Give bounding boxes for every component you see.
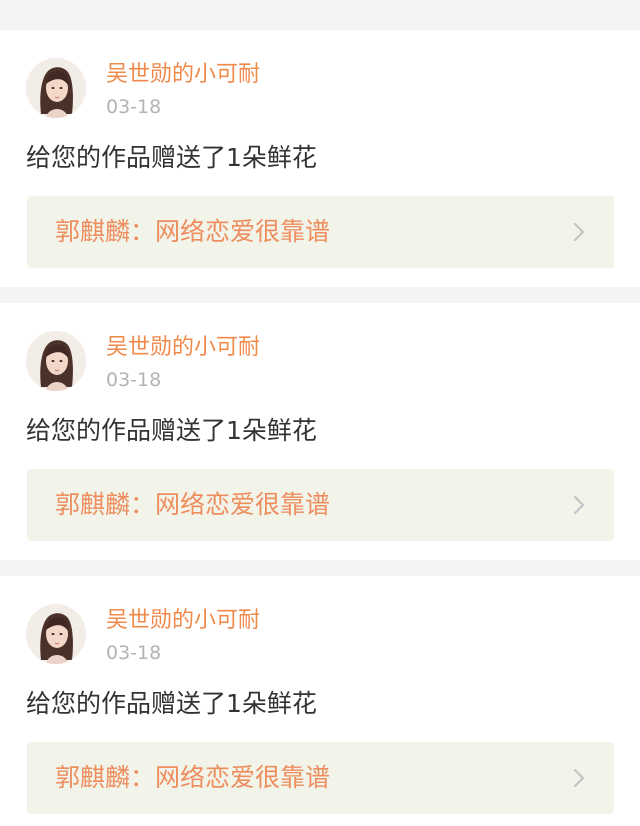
user-avatar-photo (26, 604, 86, 664)
notification-card: 吴世勋的小可耐 03-18 给您的作品赠送了1朵鲜花 郭麒麟：网络恋爱很靠谱 (0, 30, 640, 287)
timestamp: 03-18 (106, 96, 162, 118)
gift-message: 给您的作品赠送了1朵鲜花 (26, 689, 317, 718)
username[interactable]: 吴世勋的小可耐 (106, 606, 260, 636)
gift-message: 给您的作品赠送了1朵鲜花 (26, 416, 317, 445)
chevron-right-icon (573, 495, 585, 515)
work-link-card[interactable]: 郭麒麟：网络恋爱很靠谱 (27, 742, 614, 814)
work-title: 郭麒麟：网络恋爱很靠谱 (55, 763, 331, 792)
notification-card: 吴世勋的小可耐 03-18 给您的作品赠送了1朵鲜花 郭麒麟：网络恋爱很靠谱 (0, 576, 640, 826)
user-avatar-photo (26, 58, 86, 118)
work-link-card[interactable]: 郭麒麟：网络恋爱很靠谱 (27, 469, 614, 541)
work-title: 郭麒麟：网络恋爱很靠谱 (55, 217, 331, 246)
username[interactable]: 吴世勋的小可耐 (106, 60, 260, 90)
chevron-right-icon (573, 768, 585, 788)
gift-notification-feed: 吴世勋的小可耐 03-18 给您的作品赠送了1朵鲜花 郭麒麟：网络恋爱很靠谱 吴… (0, 0, 640, 826)
work-link-card[interactable]: 郭麒麟：网络恋爱很靠谱 (27, 196, 614, 268)
avatar[interactable] (26, 604, 86, 664)
chevron-right-icon (573, 222, 585, 242)
gift-message: 给您的作品赠送了1朵鲜花 (26, 143, 317, 172)
avatar[interactable] (26, 331, 86, 391)
username[interactable]: 吴世勋的小可耐 (106, 333, 260, 363)
timestamp: 03-18 (106, 369, 162, 391)
notification-card: 吴世勋的小可耐 03-18 给您的作品赠送了1朵鲜花 郭麒麟：网络恋爱很靠谱 (0, 303, 640, 560)
timestamp: 03-18 (106, 642, 162, 664)
user-avatar-photo (26, 331, 86, 391)
work-title: 郭麒麟：网络恋爱很靠谱 (55, 490, 331, 519)
avatar[interactable] (26, 58, 86, 118)
